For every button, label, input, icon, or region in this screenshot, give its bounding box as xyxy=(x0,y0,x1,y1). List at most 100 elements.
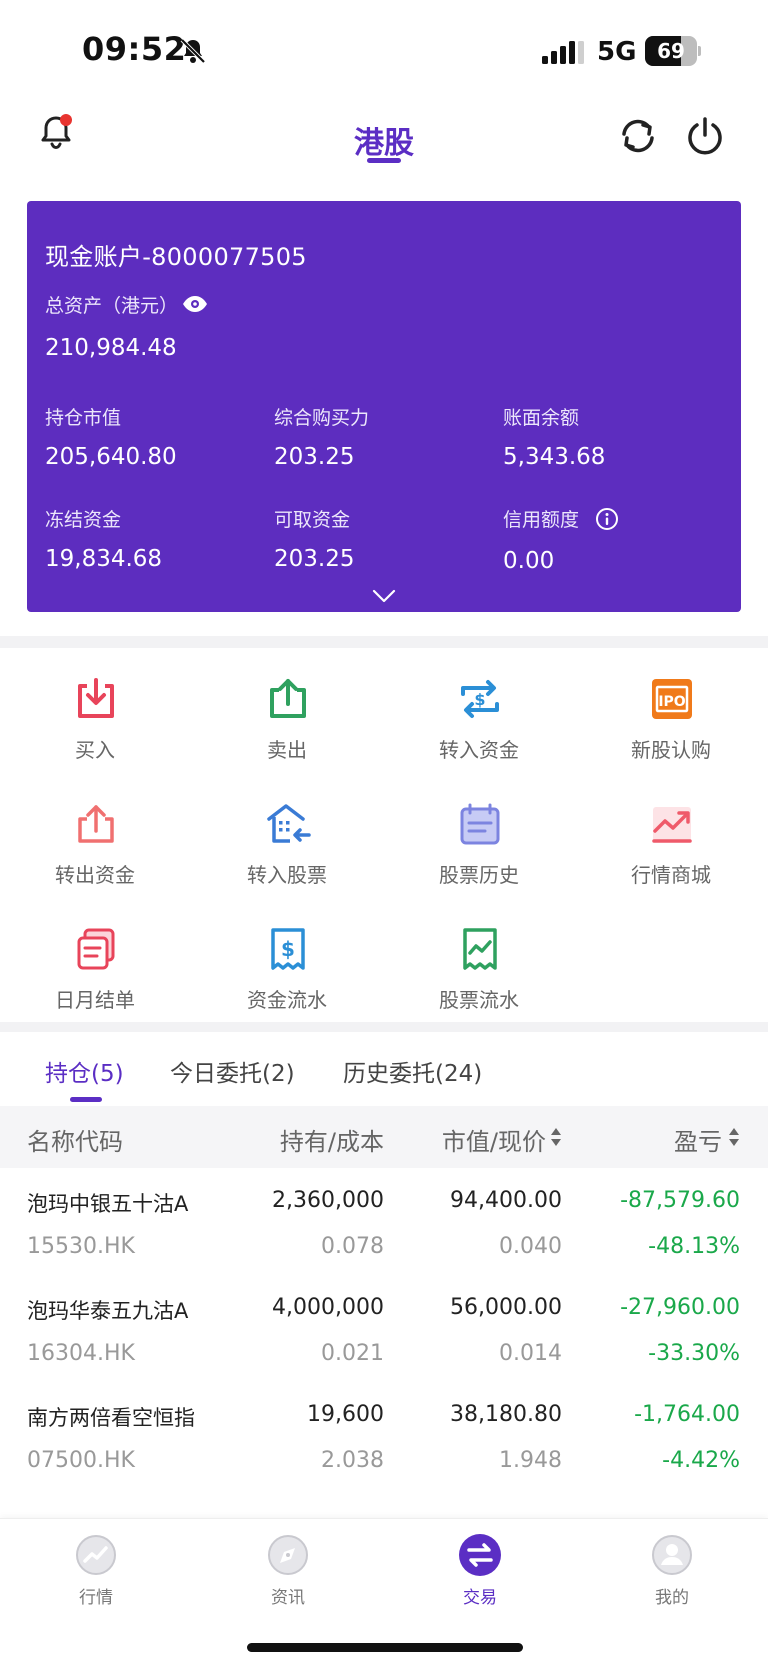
pnl-amount: -1,764.00 xyxy=(634,1402,740,1427)
cost-price: 0.078 xyxy=(321,1234,384,1259)
info-icon[interactable] xyxy=(595,507,619,531)
stock-code: 07500.HK xyxy=(27,1448,135,1473)
nav-trade-label: 交易 xyxy=(463,1588,497,1608)
buy-label: 买入 xyxy=(75,738,115,762)
sort-icon[interactable] xyxy=(550,1126,562,1148)
withdraw-funds-button[interactable]: 转出资金 xyxy=(5,801,185,911)
credit-limit-value: 0.00 xyxy=(503,548,555,574)
section-divider xyxy=(0,1022,768,1032)
nav-trade[interactable]: 交易 xyxy=(420,1533,540,1613)
sell-button[interactable]: 卖出 xyxy=(197,676,377,786)
stock-code: 16304.HK xyxy=(27,1341,135,1366)
credit-limit-label: 信用额度 xyxy=(503,509,580,531)
tab-history-orders[interactable]: 历史委托(24) xyxy=(343,1054,482,1088)
status-time: 09:52 xyxy=(82,30,187,68)
cellular-signal-icon xyxy=(542,41,584,64)
nav-market[interactable]: 行情 xyxy=(36,1533,156,1613)
fund-flow-button[interactable]: $ 资金流水 xyxy=(197,926,377,1036)
nav-news[interactable]: 资讯 xyxy=(228,1533,348,1613)
pnl-percent: -48.13% xyxy=(648,1234,740,1259)
cost-price: 2.038 xyxy=(321,1448,384,1473)
stock-history-label: 股票历史 xyxy=(439,863,519,887)
transfer-in-stock-button[interactable]: 转入股票 xyxy=(197,801,377,911)
account-summary-card: 现金账户-8000077505 总资产（港元） 210,984.48 持仓市值 … xyxy=(27,201,741,612)
order-tabs: 持仓(5) 今日委托(2) 历史委托(24) xyxy=(0,1040,768,1104)
svg-text:IPO: IPO xyxy=(658,694,685,710)
svg-text:$: $ xyxy=(474,690,485,709)
pnl-amount: -27,960.00 xyxy=(620,1295,740,1320)
account-name[interactable]: 现金账户-8000077505 xyxy=(45,237,307,272)
nav-profile[interactable]: 我的 xyxy=(612,1533,732,1613)
sort-icon[interactable] xyxy=(728,1126,740,1148)
bell-muted-icon xyxy=(180,38,206,64)
eye-icon[interactable] xyxy=(182,295,208,313)
history-doc-icon xyxy=(460,803,500,845)
withdrawable-label: 可取资金 xyxy=(274,509,351,531)
positions-table-header: 名称代码 持有/成本 市值/现价 盈亏 xyxy=(0,1106,768,1168)
trend-chart-icon xyxy=(652,807,692,843)
title-underline xyxy=(367,158,401,163)
receipt-chart-icon xyxy=(463,928,497,970)
battery-percent: 69 xyxy=(657,39,685,63)
tab-active-indicator xyxy=(70,1097,102,1102)
withdraw-funds-label: 转出资金 xyxy=(55,863,135,887)
nav-profile-label: 我的 xyxy=(655,1588,689,1608)
ipo-icon: IPO xyxy=(652,679,692,719)
user-icon xyxy=(652,1535,692,1575)
statement-button[interactable]: 日月结单 xyxy=(5,926,185,1036)
sell-label: 卖出 xyxy=(267,738,307,762)
nav-news-label: 资讯 xyxy=(271,1588,305,1608)
pnl-amount: -87,579.60 xyxy=(620,1188,740,1213)
power-icon[interactable] xyxy=(683,114,727,158)
statement-icon xyxy=(77,928,115,970)
market-value: 94,400.00 xyxy=(450,1188,562,1213)
stock-code: 15530.HK xyxy=(27,1234,135,1259)
column-pnl[interactable]: 盈亏 xyxy=(674,1122,722,1157)
holding-qty: 2,360,000 xyxy=(272,1188,384,1213)
table-row[interactable]: 南方两倍看空恒指 07500.HK 19,600 2.038 38,180.80… xyxy=(0,1382,768,1489)
ipo-subscribe-label: 新股认购 xyxy=(631,738,711,762)
nav-market-label: 行情 xyxy=(79,1588,113,1608)
column-value-price[interactable]: 市值/现价 xyxy=(442,1122,546,1157)
column-name-code: 名称代码 xyxy=(27,1128,123,1156)
market-store-label: 行情商城 xyxy=(631,863,711,887)
stock-name: 南方两倍看空恒指 xyxy=(27,1406,195,1430)
stock-flow-label: 股票流水 xyxy=(439,988,519,1012)
exchange-icon xyxy=(459,1534,501,1576)
chevron-down-icon[interactable] xyxy=(372,589,396,603)
holding-qty: 19,600 xyxy=(307,1402,384,1427)
buying-power-value: 203.25 xyxy=(274,444,355,470)
tab-positions[interactable]: 持仓(5) xyxy=(45,1054,124,1088)
buy-button[interactable]: 买入 xyxy=(5,676,185,786)
network-type: 5G xyxy=(597,37,637,67)
building-in-icon xyxy=(267,804,311,843)
book-balance-label: 账面余额 xyxy=(503,407,580,429)
home-indicator[interactable] xyxy=(247,1643,523,1652)
tab-today-orders[interactable]: 今日委托(2) xyxy=(170,1054,295,1088)
market-store-button[interactable]: 行情商城 xyxy=(581,801,761,911)
current-price: 1.948 xyxy=(499,1448,562,1473)
table-row[interactable]: 泡玛中银五十沽A 15530.HK 2,360,000 0.078 94,400… xyxy=(0,1168,768,1275)
stock-history-button[interactable]: 股票历史 xyxy=(389,801,569,911)
stock-flow-button[interactable]: 股票流水 xyxy=(389,926,569,1036)
frozen-funds-value: 19,834.68 xyxy=(45,546,163,572)
deposit-funds-label: 转入资金 xyxy=(439,738,519,762)
stock-name: 泡玛华泰五九沽A xyxy=(27,1299,189,1323)
buying-power-label: 综合购买力 xyxy=(274,407,370,429)
battery-icon: 69 xyxy=(645,36,701,66)
pnl-percent: -4.42% xyxy=(662,1448,740,1473)
table-row[interactable]: 泡玛华泰五九沽A 16304.HK 4,000,000 0.021 56,000… xyxy=(0,1275,768,1382)
stock-name: 泡玛中银五十沽A xyxy=(27,1192,189,1216)
refresh-icon[interactable] xyxy=(616,114,660,158)
statement-label: 日月结单 xyxy=(55,988,135,1012)
book-balance-value: 5,343.68 xyxy=(503,444,606,470)
frozen-funds-label: 冻结资金 xyxy=(45,509,122,531)
ipo-subscribe-button[interactable]: IPO 新股认购 xyxy=(581,676,761,786)
deposit-funds-button[interactable]: $ 转入资金 xyxy=(389,676,569,786)
status-bar: 09:52 5G 69 xyxy=(0,0,768,100)
current-price: 0.014 xyxy=(499,1341,562,1366)
compass-icon xyxy=(268,1535,308,1575)
upload-tray-icon xyxy=(270,679,306,718)
download-tray-icon xyxy=(78,678,114,718)
column-holding-cost: 持有/成本 xyxy=(279,1128,384,1156)
